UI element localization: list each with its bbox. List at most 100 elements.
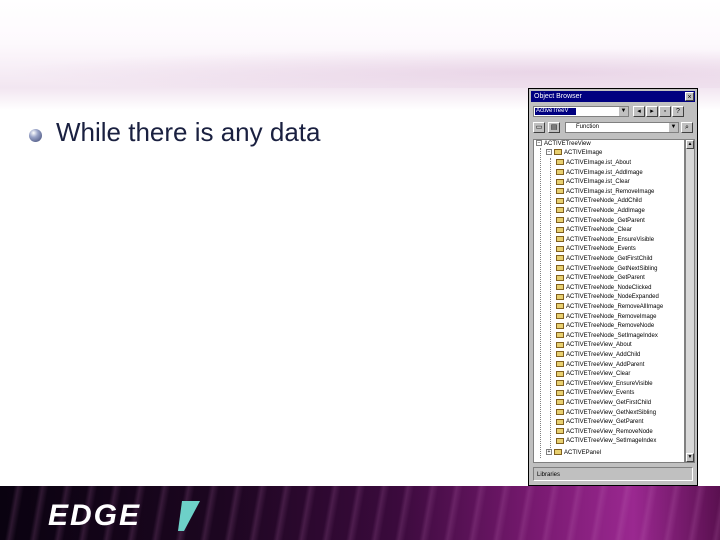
folder-icon <box>556 226 564 233</box>
tree-node-label: ACTIVETreeNode_AddImage <box>566 208 645 214</box>
tree-node-item[interactable]: ACTIVETreeView_GetParent <box>556 418 643 427</box>
tree-node-label: ACTIVETreeNode_GetNextSibling <box>566 265 658 272</box>
folder-icon <box>556 418 564 425</box>
tree-node-label: ACTIVETreeNode_RemoveImage <box>566 313 657 320</box>
folder-icon <box>556 245 564 252</box>
tree-node-item[interactable]: ACTIVETreeNode_AddChild <box>556 197 642 206</box>
library-combo[interactable]: ActiveTreeV ▼ <box>533 106 629 117</box>
chevron-down-icon[interactable]: ▼ <box>619 107 628 116</box>
folder-icon <box>554 149 562 156</box>
window-title: Object Browser <box>534 93 582 100</box>
copy-button[interactable]: ▫ <box>659 106 671 117</box>
sphere-bullet-icon <box>29 129 42 142</box>
tree-node-label: ACTIVEImage.ist_Clear <box>566 179 630 186</box>
view-button[interactable]: ▭ <box>533 122 545 133</box>
tree-node-item[interactable]: ACTIVETreeNode_SetImageIndex <box>556 332 658 341</box>
folder-icon <box>556 207 564 214</box>
tree-node-item[interactable]: ACTIVETreeView_RemoveNode <box>556 428 653 437</box>
tree-node-item[interactable]: ACTIVETreeView_About <box>556 341 632 350</box>
expand-box-icon[interactable]: − <box>536 140 542 147</box>
tree-node-item[interactable]: ACTIVETreeView_AddChild <box>556 351 640 360</box>
folder-icon <box>556 380 564 387</box>
folder-icon <box>556 437 564 444</box>
tree-node-item[interactable]: ACTIVETreeNode_NodeExpanded <box>556 293 659 302</box>
library-combo-value: ActiveTreeV <box>535 108 576 115</box>
chevron-down-icon[interactable]: ▼ <box>669 123 678 132</box>
status-text: Libraries <box>537 472 561 478</box>
tree-node-group[interactable]: − ACTIVEImage <box>546 149 602 158</box>
edge-logo: EDGE <box>42 497 202 533</box>
tree-node-label: ACTIVETreeView_GetNextSibling <box>566 409 657 416</box>
tree-node-label: ACTIVETreeNode_GetFirstChild <box>566 256 653 262</box>
object-browser-window: Object Browser × ActiveTreeV ▼ ◂ ▸ ▫ ? ▭… <box>528 88 698 486</box>
tree-node-item[interactable]: ACTIVETreeNode_GetNextSibling <box>556 265 658 274</box>
library-toolbar: ActiveTreeV ▼ ◂ ▸ ▫ ? <box>531 105 695 119</box>
tree-scrollbar[interactable]: ▲ ▼ <box>685 139 695 463</box>
tree-node-root[interactable]: − ACTIVETreeView <box>536 140 591 149</box>
tree-node-label: ACTIVETreeNode_Clear <box>566 227 632 234</box>
tree-node-label: ACTIVETreeNode_EnsureVisible <box>566 236 655 243</box>
tree-node-item[interactable]: ACTIVEImage.ist_About <box>556 159 631 168</box>
tree-node-item[interactable]: ACTIVETreeNode_RemoveAllImage <box>556 303 663 312</box>
logo-text: EDGE <box>48 499 142 532</box>
tree-node-item[interactable]: ACTIVETreeNode_RemoveNode <box>556 322 654 331</box>
tree-node-label: ACTIVETreeNode_NodeClicked <box>566 284 652 291</box>
folder-icon <box>556 361 564 368</box>
close-icon[interactable]: × <box>685 92 694 101</box>
tree-node-item[interactable]: ACTIVETreeNode_Clear <box>556 226 632 235</box>
tree-node-last[interactable]: + ACTIVEPanel <box>546 449 601 458</box>
scroll-up-icon[interactable]: ▲ <box>686 140 694 149</box>
tree-node-label: ACTIVETreeNode_AddChild <box>566 198 642 205</box>
tree-node-item[interactable]: ACTIVETreeNode_Events <box>556 245 636 254</box>
status-bar: Libraries <box>533 467 693 481</box>
tree-node-item[interactable]: ACTIVETreeView_SetImageIndex <box>556 437 656 446</box>
tree-node-item[interactable]: ACTIVETreeNode_GetFirstChild <box>556 255 652 264</box>
object-tree[interactable]: − ACTIVETreeView − ACTIVEImage ACTIVEImage… <box>533 139 685 463</box>
tree-node-label: ACTIVETreeNode_SetImageIndex <box>566 332 658 339</box>
tree-node-item[interactable]: ACTIVETreeView_GetFirstChild <box>556 399 651 408</box>
tree-node-label: ACTIVEImage.ist_RemoveImage <box>566 188 655 195</box>
expand-box-icon[interactable]: + <box>546 449 552 456</box>
search-button[interactable]: ⌕ <box>681 122 693 133</box>
folder-button[interactable]: ▤ <box>548 122 560 133</box>
tree-node-item[interactable]: ACTIVEImage.ist_RemoveImage <box>556 188 654 197</box>
tree-node-label: ACTIVETreeView_RemoveNode <box>566 428 653 435</box>
folder-icon <box>556 332 564 339</box>
folder-icon <box>556 274 564 281</box>
folder-icon <box>556 284 564 291</box>
tree-node-item[interactable]: ACTIVETreeNode_NodeClicked <box>556 284 651 293</box>
tree-node-label: ACTIVEImage.ist_AddImage <box>566 169 643 176</box>
help-button[interactable]: ? <box>672 106 684 117</box>
folder-icon <box>556 409 564 416</box>
tree-node-item[interactable]: ACTIVETreeNode_RemoveImage <box>556 313 656 322</box>
tree-node-item[interactable]: ACTIVETreeView_Clear <box>556 370 630 379</box>
tree-node-item[interactable]: ACTIVETreeNode_AddImage <box>556 207 645 216</box>
bullet-text: While there is any data <box>56 117 321 147</box>
forward-button[interactable]: ▸ <box>646 106 658 117</box>
logo-slash-icon <box>178 501 200 531</box>
scroll-down-icon[interactable]: ▼ <box>686 453 694 462</box>
tree-node-item[interactable]: ACTIVETreeNode_GetParent <box>556 217 645 226</box>
tree-node-item[interactable]: ACTIVEImage.ist_AddImage <box>556 169 643 178</box>
folder-icon <box>556 370 564 377</box>
folder-icon <box>556 169 564 176</box>
back-button[interactable]: ◂ <box>633 106 645 117</box>
folder-icon <box>556 351 564 358</box>
search-combo-value: Function <box>576 124 600 130</box>
expand-box-icon[interactable]: − <box>546 149 552 156</box>
tree-node-item[interactable]: ACTIVETreeView_EnsureVisible <box>556 380 653 389</box>
folder-icon <box>556 322 564 329</box>
tree-node-item[interactable]: ACTIVETreeView_AddParent <box>556 361 644 370</box>
tree-node-label: ACTIVETreeNode_NodeExpanded <box>566 294 659 301</box>
tree-guide-line <box>550 158 551 448</box>
tree-node-label: ACTIVETreeNode_GetParent <box>566 275 645 282</box>
search-combo[interactable]: Function ▼ <box>565 122 679 133</box>
tree-node-item[interactable]: ACTIVETreeNode_GetParent <box>556 274 645 283</box>
tree-node-label: ACTIVETreeNode_RemoveAllImage <box>566 304 664 310</box>
folder-icon <box>556 265 564 272</box>
tree-node-item[interactable]: ACTIVETreeView_GetNextSibling <box>556 409 656 418</box>
tree-node-item[interactable]: ACTIVETreeView_Events <box>556 389 634 398</box>
tree-node-item[interactable]: ACTIVETreeNode_EnsureVisible <box>556 236 654 245</box>
tree-node-item[interactable]: ACTIVEImage.ist_Clear <box>556 178 630 187</box>
folder-icon <box>556 293 564 300</box>
